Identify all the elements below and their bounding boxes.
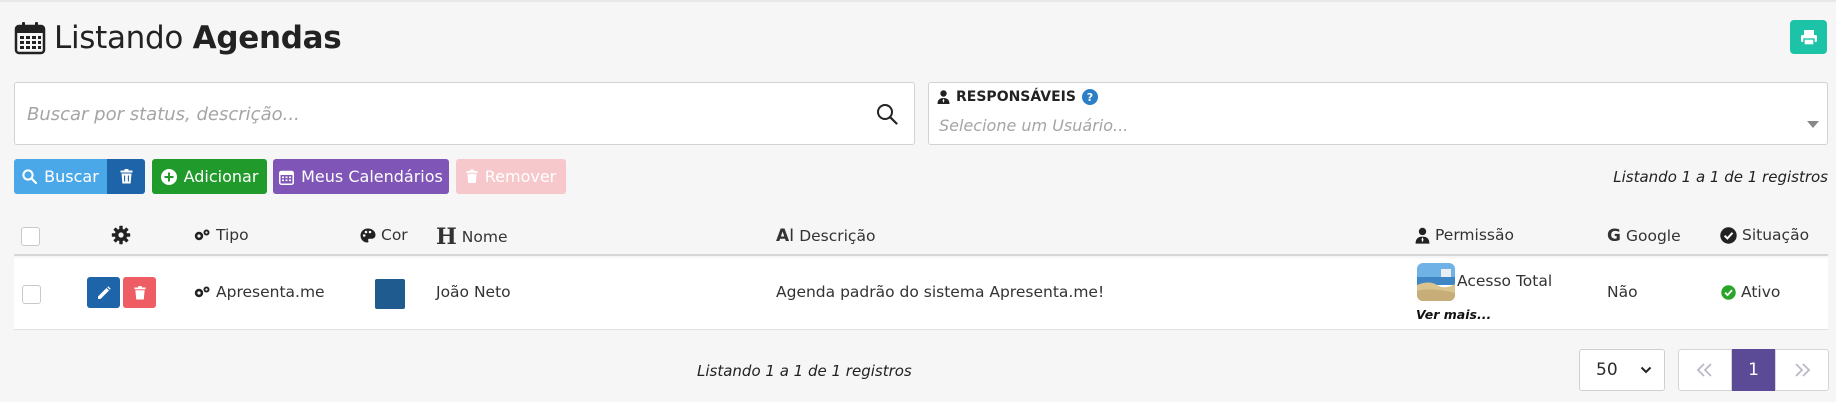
print-button[interactable]	[1790, 20, 1827, 54]
pencil-icon	[97, 285, 111, 299]
color-swatch	[375, 279, 405, 309]
pagination-next[interactable]	[1775, 349, 1829, 391]
double-chevron-right-icon	[1795, 363, 1811, 377]
remover-label: Remover	[484, 167, 557, 186]
trash-icon	[120, 169, 132, 184]
listing-count-top: Listando 1 a 1 de 1 registros	[1613, 168, 1828, 186]
trash-icon	[133, 285, 146, 299]
help-icon[interactable]: ?	[1081, 89, 1098, 105]
text-cursor-icon: AI	[776, 226, 795, 246]
search-box	[14, 82, 915, 145]
cell-tipo: Apresenta.me	[216, 283, 325, 301]
chevron-down-icon	[1640, 366, 1652, 374]
trash-icon	[466, 169, 478, 183]
listing-count-bottom: Listando 1 a 1 de 1 registros	[697, 362, 912, 380]
ver-mais-link[interactable]: Ver mais...	[1416, 307, 1491, 322]
buscar-button[interactable]: Buscar	[14, 159, 107, 194]
adicionar-label: Adicionar	[183, 167, 259, 186]
gear-icon	[111, 225, 131, 245]
responsaveis-placeholder: Selecione um Usuário...	[939, 116, 1129, 135]
check-circle-icon	[1720, 226, 1737, 244]
search-icon	[22, 169, 38, 184]
per-page-select[interactable]: 50	[1579, 349, 1665, 391]
page-heading: Listando Agendas	[54, 20, 342, 56]
pagination-previous[interactable]	[1678, 349, 1732, 391]
table-header: Tipo Cor H Nome AI Descrição Permissão G…	[14, 218, 1828, 256]
search-icon[interactable]	[876, 103, 898, 125]
cell-google: Não	[1607, 283, 1638, 301]
top-divider	[0, 0, 1836, 2]
th-situacao: Situação	[1742, 226, 1810, 244]
cell-permissao: Acesso Total	[1457, 272, 1553, 290]
user-avatar	[1417, 263, 1455, 301]
check-circle-icon	[1721, 284, 1736, 300]
pagination-page-1[interactable]: 1	[1732, 349, 1775, 391]
palette-icon	[360, 228, 376, 242]
chevron-down-icon	[1807, 121, 1819, 128]
page-title: Listando Agendas	[14, 20, 342, 56]
print-icon	[1800, 29, 1817, 46]
user-tie-icon	[1415, 227, 1430, 244]
responsaveis-label-text: RESPONSÁVEIS	[956, 89, 1076, 105]
double-chevron-left-icon	[1696, 363, 1712, 377]
responsaveis-label: RESPONSÁVEIS ?	[937, 89, 1098, 105]
th-tipo: Tipo	[216, 226, 249, 244]
select-all-checkbox[interactable]	[21, 227, 40, 246]
per-page-value: 50	[1596, 360, 1618, 380]
title-prefix: Listando	[54, 20, 184, 56]
search-input[interactable]	[27, 101, 867, 127]
google-icon: G	[1607, 226, 1621, 246]
title-bold: Agendas	[192, 20, 342, 56]
cell-descricao: Agenda padrão do sistema Apresenta.me!	[776, 283, 1105, 301]
remover-button[interactable]: Remover	[456, 159, 566, 194]
calendar-icon	[14, 22, 46, 55]
user-tie-icon	[937, 90, 950, 104]
th-permissao: Permissão	[1435, 226, 1514, 244]
responsaveis-select[interactable]: RESPONSÁVEIS ? Selecione um Usuário...	[928, 82, 1828, 145]
heading-icon: H	[436, 224, 457, 250]
row-checkbox[interactable]	[22, 285, 41, 304]
th-nome: Nome	[461, 228, 508, 246]
status-badge: Ativo	[1741, 283, 1781, 301]
plus-circle-icon	[160, 168, 177, 185]
calendar-icon	[279, 170, 295, 185]
edit-button[interactable]	[87, 277, 120, 308]
cogs-icon	[194, 286, 210, 298]
current-page-number: 1	[1748, 360, 1759, 380]
clear-search-button[interactable]	[107, 159, 145, 194]
table-row: Apresenta.me João Neto Agenda padrão do …	[14, 258, 1828, 330]
cell-nome: João Neto	[436, 283, 511, 301]
delete-button[interactable]	[123, 277, 156, 308]
meus-calendarios-label: Meus Calendários	[301, 167, 443, 186]
meus-calendarios-button[interactable]: Meus Calendários	[273, 159, 449, 194]
th-cor: Cor	[381, 226, 408, 244]
buscar-label: Buscar	[44, 167, 99, 186]
adicionar-button[interactable]: Adicionar	[152, 159, 267, 194]
th-descricao: Descrição	[799, 227, 876, 245]
cogs-icon	[194, 229, 210, 241]
th-google: Google	[1625, 227, 1681, 245]
